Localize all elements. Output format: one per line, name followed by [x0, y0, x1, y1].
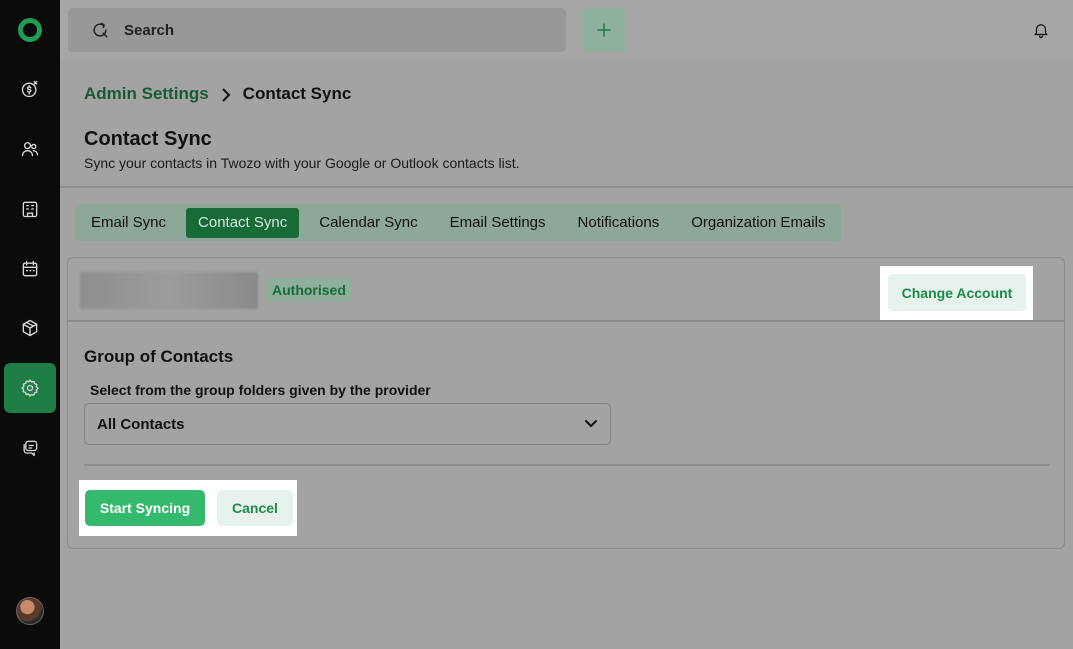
plus-icon	[597, 23, 611, 37]
sidebar	[0, 0, 60, 649]
breadcrumb-current: Contact Sync	[242, 84, 352, 103]
box-icon	[22, 319, 38, 337]
page-title: Contact Sync	[84, 128, 212, 150]
tab-email-sync[interactable]: Email Sync	[79, 208, 178, 238]
select-value: All Contacts	[97, 415, 185, 433]
tab-organization-emails[interactable]: Organization Emails	[679, 208, 837, 238]
tab-contact-sync[interactable]: Contact Sync	[186, 207, 300, 238]
change-account-highlight: Change Account	[880, 266, 1033, 320]
page-subtitle: Sync your contacts in Twozo with your Go…	[84, 155, 520, 171]
calendar-icon	[22, 260, 38, 277]
sidebar-item-chat[interactable]	[4, 423, 56, 473]
contact-group-select[interactable]: All Contacts	[84, 403, 611, 445]
account-divider	[68, 320, 1064, 322]
dollar-icon	[21, 80, 38, 98]
app-logo[interactable]	[18, 18, 42, 42]
topbar: Search	[60, 0, 1073, 60]
building-icon	[22, 201, 38, 218]
sidebar-item-deals[interactable]	[4, 64, 56, 114]
sidebar-item-calendar[interactable]	[4, 244, 56, 294]
sidebar-item-contacts[interactable]	[4, 124, 56, 174]
breadcrumb-admin-settings[interactable]: Admin Settings	[84, 84, 209, 104]
status-badge: Authorised	[266, 278, 352, 302]
sidebar-item-settings[interactable]	[4, 363, 56, 413]
actions-highlight: Start Syncing Cancel	[79, 480, 297, 536]
chevron-down-icon	[585, 420, 597, 427]
tab-email-settings[interactable]: Email Settings	[438, 208, 558, 238]
avatar[interactable]	[16, 597, 44, 625]
form-divider	[84, 464, 1050, 466]
contact-sync-card: Authorised Change Account Group of Conta…	[67, 257, 1065, 549]
search-icon	[93, 22, 108, 38]
group-title: Group of Contacts	[84, 347, 234, 366]
search-placeholder: Search	[124, 21, 175, 39]
notifications-button[interactable]	[1032, 20, 1050, 40]
add-button[interactable]	[582, 8, 626, 52]
breadcrumb: Admin Settings Contact Sync	[84, 84, 351, 104]
header-divider	[60, 186, 1073, 188]
gear-icon	[21, 379, 39, 397]
search-input[interactable]: Search	[68, 8, 566, 52]
settings-tabs: Email Sync Contact Sync Calendar Sync Em…	[75, 204, 842, 241]
chevron-right-icon	[221, 87, 231, 102]
bell-icon	[1034, 24, 1048, 39]
tab-calendar-sync[interactable]: Calendar Sync	[307, 208, 429, 238]
chat-icon	[23, 440, 38, 457]
account-email-redacted	[80, 272, 258, 309]
sidebar-item-products[interactable]	[4, 303, 56, 353]
users-icon	[21, 142, 39, 157]
cancel-button[interactable]: Cancel	[217, 490, 293, 526]
group-help-text: Select from the group folders given by t…	[90, 382, 431, 398]
change-account-button[interactable]: Change Account	[888, 274, 1026, 311]
sidebar-item-companies[interactable]	[4, 184, 56, 234]
start-syncing-button[interactable]: Start Syncing	[85, 490, 205, 526]
tab-notifications[interactable]: Notifications	[566, 208, 672, 238]
